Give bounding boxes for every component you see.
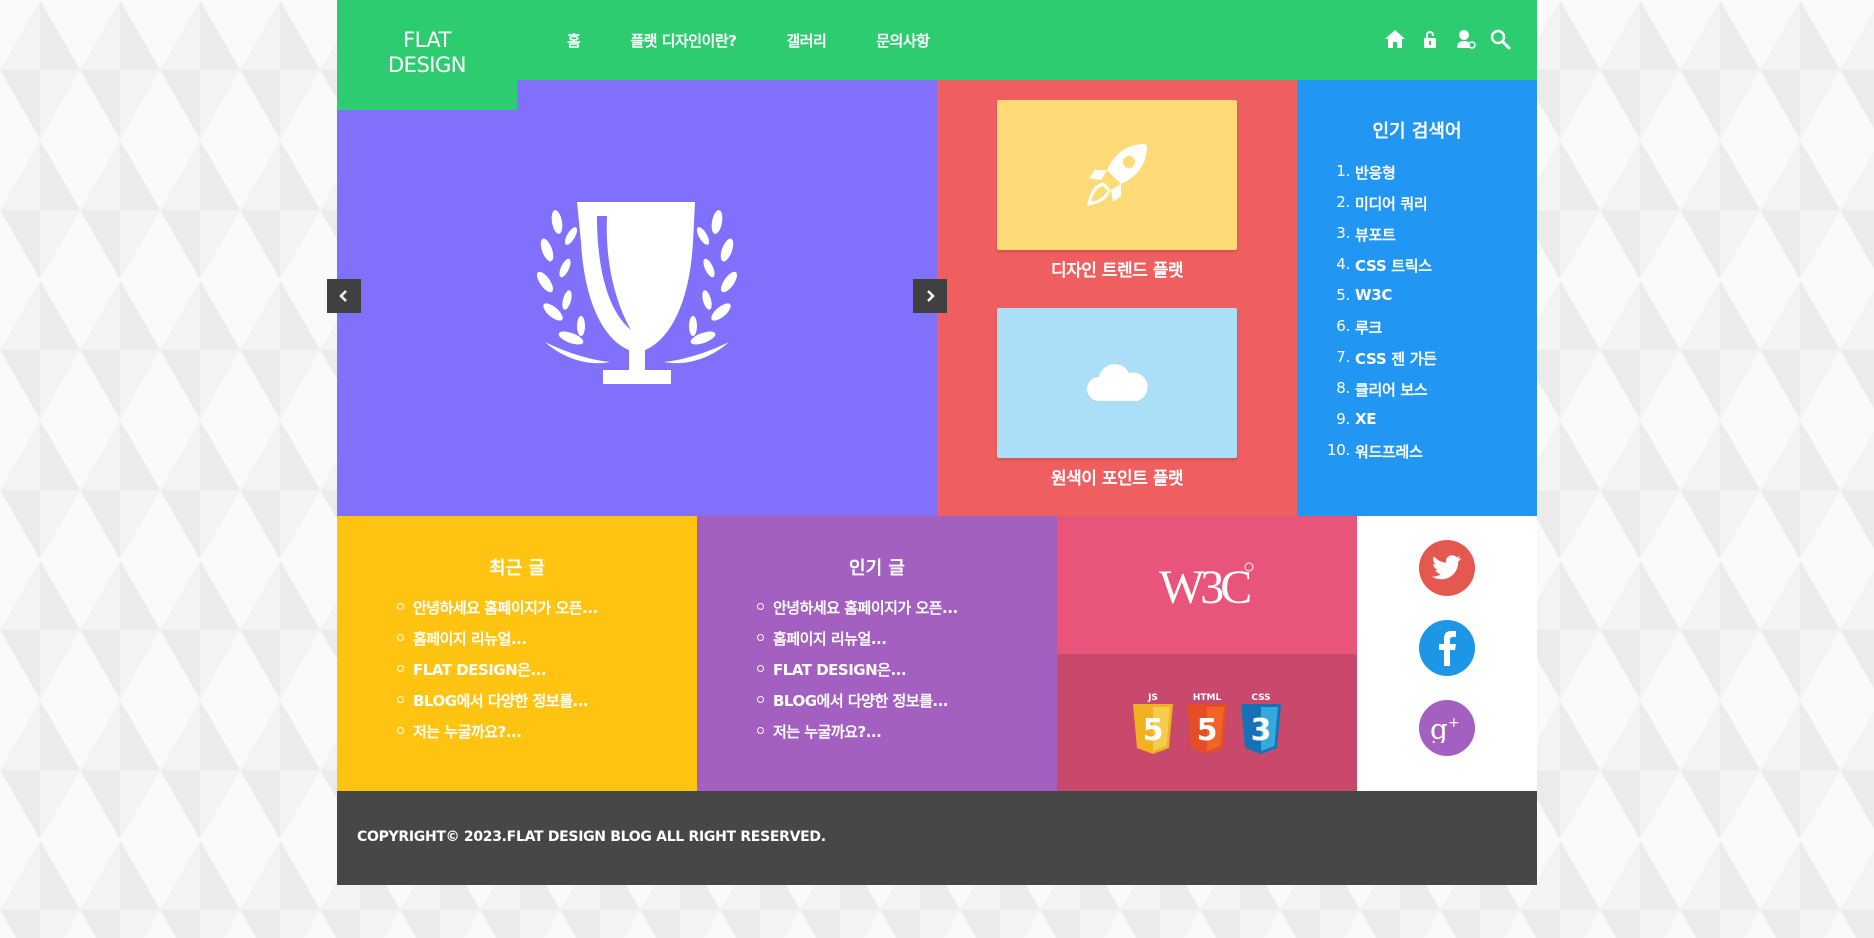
list-item[interactable]: 5. W3C: [1297, 286, 1437, 317]
list-item[interactable]: 안녕하세요 홈페이지가 오픈...: [397, 597, 598, 628]
google-plus-icon[interactable]: g +: [1419, 700, 1475, 756]
list-item[interactable]: 2. 미디어 쿼리: [1297, 193, 1437, 224]
w3c-banner[interactable]: W3C: [1057, 516, 1357, 654]
html5-badge[interactable]: HTML 5: [1180, 691, 1234, 755]
css3-badge[interactable]: CSS 3: [1238, 691, 1284, 755]
header: 홈 플랫 디자인이란? 갤러리 문의사항: [337, 0, 1537, 80]
list-item[interactable]: 10. 워드프레스: [1297, 441, 1437, 472]
list-item[interactable]: 3. 뷰포트: [1297, 224, 1437, 255]
copyright-text: COPYRIGHT© 2023.FLAT DESIGN BLOG ALL RIG…: [357, 829, 826, 845]
list-item[interactable]: 저는 누굴까요?...: [397, 721, 598, 752]
recent-posts-panel: 최근 글 안녕하세요 홈페이지가 오픈... 홈페이지 리뉴얼... FLAT …: [337, 516, 697, 791]
popular-search-list: 1. 반응형 2. 미디어 쿼리 3. 뷰포트 4. CSS 트릭스 5. W3C 6. 루…: [1297, 162, 1437, 472]
list-item[interactable]: 저는 누굴까요?...: [757, 721, 958, 752]
lock-icon[interactable]: [1419, 28, 1441, 50]
list-item[interactable]: FLAT DESIGN은...: [397, 659, 598, 690]
twitter-icon[interactable]: [1419, 540, 1475, 596]
social-links: g +: [1357, 516, 1537, 791]
feature-title-color[interactable]: 원색이 포인트 플랫: [937, 464, 1297, 489]
recent-posts-title: 최근 글: [489, 558, 545, 579]
site-logo[interactable]: FLAT DESIGN: [337, 0, 517, 110]
search-icon[interactable]: [1489, 28, 1511, 50]
list-item[interactable]: FLAT DESIGN은...: [757, 659, 958, 690]
feature-title-trend[interactable]: 디자인 트렌드 플랫: [937, 256, 1297, 281]
feature-panel: 디자인 트렌드 플랫 원색이 포인트 플랫: [937, 80, 1297, 516]
list-item[interactable]: 9. XE: [1297, 410, 1437, 441]
slider-next-button[interactable]: [913, 279, 947, 313]
list-item[interactable]: 안녕하세요 홈페이지가 오픈...: [757, 597, 958, 628]
cloud-icon: [1087, 364, 1148, 401]
css-digit: 3: [1251, 713, 1272, 748]
home-icon[interactable]: [1384, 28, 1406, 50]
nav-contact[interactable]: 문의사항: [876, 30, 930, 51]
hero-slider: [337, 80, 937, 516]
html-digit: 5: [1197, 713, 1218, 748]
trophy-icon: [535, 202, 739, 398]
list-item[interactable]: 홈페이지 리뉴얼...: [397, 628, 598, 659]
list-item[interactable]: 4. CSS 트릭스: [1297, 255, 1437, 286]
popular-search-panel: 인기 검색어 1. 반응형 2. 미디어 쿼리 3. 뷰포트 4. CSS 트릭스 5.…: [1297, 80, 1537, 516]
slider-prev-button[interactable]: [327, 279, 361, 313]
list-item[interactable]: BLOG에서 다양한 정보를...: [757, 690, 958, 721]
popular-posts-panel: 인기 글 안녕하세요 홈페이지가 오픈... 홈페이지 리뉴얼... FLAT …: [697, 516, 1057, 791]
rocket-icon: [1087, 144, 1147, 206]
logo-line-1: FLAT: [403, 28, 451, 52]
list-item[interactable]: 1. 반응형: [1297, 162, 1437, 193]
popular-posts-title: 인기 글: [849, 558, 905, 579]
page-container: 홈 플랫 디자인이란? 갤러리 문의사항 FLAT DESIGN 디자인 트렌드…: [327, 0, 1537, 885]
list-item[interactable]: 6. 루크: [1297, 317, 1437, 348]
chevron-right-icon: [927, 290, 935, 302]
popular-search-title: 인기 검색어: [1372, 121, 1462, 142]
html-label: HTML: [1193, 693, 1222, 703]
w3c-logo: W3C: [1159, 561, 1254, 611]
js-badge[interactable]: JS 5: [1130, 691, 1176, 755]
css-label: CSS: [1251, 693, 1270, 703]
list-item[interactable]: BLOG에서 다양한 정보를...: [397, 690, 598, 721]
recent-posts-list: 안녕하세요 홈페이지가 오픈... 홈페이지 리뉴얼... FLAT DESIG…: [397, 597, 598, 752]
svg-text:+: +: [1448, 715, 1460, 731]
js-digit: 5: [1143, 713, 1164, 748]
tech-badges: JS 5 HTML 5 CSS 3: [1057, 654, 1357, 791]
logo-line-2: DESIGN: [388, 53, 466, 77]
facebook-icon[interactable]: [1419, 620, 1475, 676]
nav-about-flat[interactable]: 플랫 디자인이란?: [630, 30, 737, 51]
popular-posts-list: 안녕하세요 홈페이지가 오픈... 홈페이지 리뉴얼... FLAT DESIG…: [757, 597, 958, 752]
footer: COPYRIGHT© 2023.FLAT DESIGN BLOG ALL RIG…: [337, 791, 1537, 885]
list-item[interactable]: 홈페이지 리뉴얼...: [757, 628, 958, 659]
nav-home[interactable]: 홈: [567, 30, 581, 51]
js-label: JS: [1147, 693, 1158, 703]
list-item[interactable]: 8. 클리어 보스: [1297, 379, 1437, 410]
chevron-left-icon: [339, 290, 347, 302]
feature-card-color[interactable]: [997, 308, 1237, 458]
feature-card-trend[interactable]: [997, 100, 1237, 250]
nav-gallery[interactable]: 갤러리: [786, 30, 826, 51]
svg-text:g: g: [1430, 713, 1448, 743]
user-icon[interactable]: [1454, 28, 1476, 50]
header-icons: [1384, 28, 1511, 50]
svg-text:W3C: W3C: [1159, 561, 1250, 611]
main-nav: 홈 플랫 디자인이란? 갤러리 문의사항: [567, 0, 930, 80]
list-item[interactable]: 7. CSS 젠 가든: [1297, 348, 1437, 379]
